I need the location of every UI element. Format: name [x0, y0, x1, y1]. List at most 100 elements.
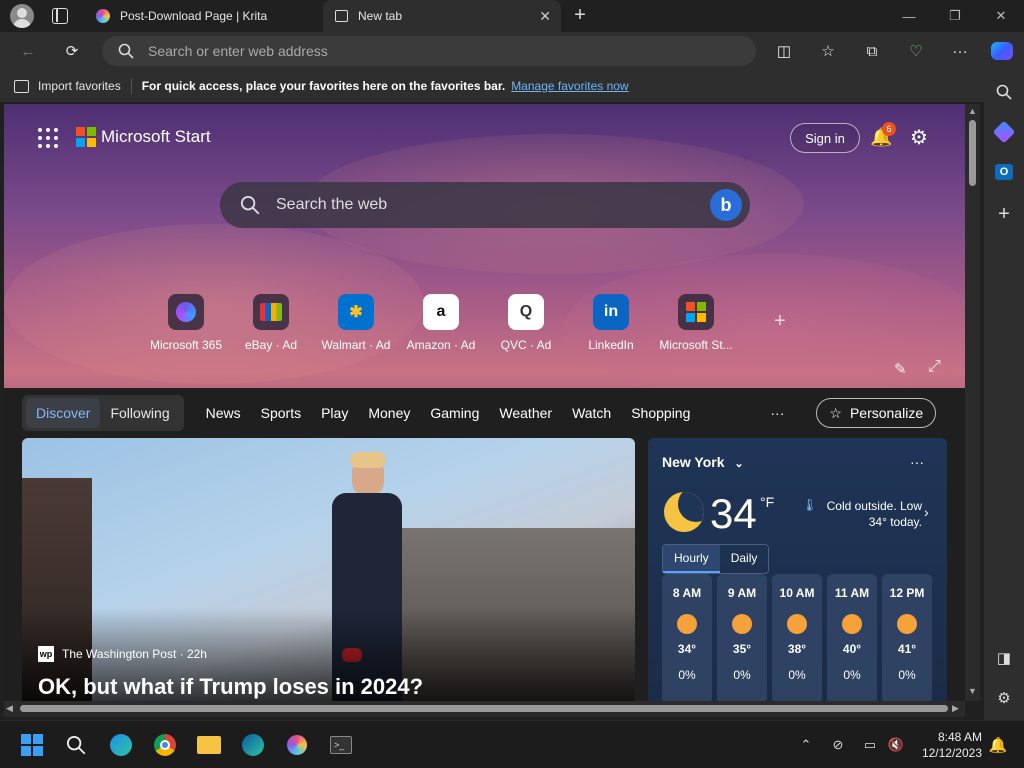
category-weather[interactable]: Weather	[489, 395, 562, 431]
category-money[interactable]: Money	[358, 395, 420, 431]
quicklink-msstore[interactable]: Microsoft St...	[651, 294, 741, 352]
taskbar-search-icon[interactable]	[60, 729, 92, 761]
collections-icon[interactable]: ⧉	[858, 37, 886, 65]
refresh-icon[interactable]: ⟳	[58, 37, 86, 65]
scroll-right-icon[interactable]: ▶	[952, 703, 959, 714]
weather-location-name: New York	[662, 454, 725, 470]
sidebar-search-icon[interactable]	[990, 78, 1018, 106]
taskbar-clock[interactable]: 8:48 AM 12/12/2023	[912, 729, 982, 761]
hero-source: wp The Washington Post · 22h	[38, 646, 207, 662]
volume-muted-icon[interactable]: 🔇	[880, 729, 912, 761]
taskbar: >_ ⌃ ⊘ ▭ 🔇 8:48 AM 12/12/2023 🔔	[0, 720, 1024, 768]
scroll-left-icon[interactable]: ◀	[6, 703, 13, 714]
tab-following[interactable]: Following	[100, 395, 179, 431]
profile-avatar[interactable]	[10, 4, 34, 28]
favorites-star-icon[interactable]: ☆	[814, 37, 842, 65]
close-window-button[interactable]: ✕	[978, 0, 1024, 32]
ms-start-title[interactable]: Microsoft Start	[101, 127, 211, 147]
category-play[interactable]: Play	[311, 395, 358, 431]
add-sidebar-app-icon[interactable]: +	[990, 200, 1018, 228]
chrome-icon[interactable]	[149, 729, 181, 761]
outlook-icon[interactable]: O	[990, 158, 1018, 186]
address-bar[interactable]: Search or enter web address	[102, 36, 756, 66]
weather-location[interactable]: New York ⌄	[662, 454, 744, 470]
scroll-down-icon[interactable]: ▼	[968, 686, 977, 696]
add-quicklink-icon[interactable]: +	[774, 310, 786, 333]
bing-chat-icon[interactable]: b	[710, 189, 742, 221]
hourly-tab[interactable]: Hourly	[663, 545, 720, 573]
network-icon[interactable]: ⊘	[822, 729, 854, 761]
minimize-button[interactable]: —	[886, 0, 932, 32]
horizontal-scrollbar[interactable]: ◀ ▶	[4, 701, 965, 717]
address-placeholder: Search or enter web address	[148, 43, 328, 59]
notification-bell-icon[interactable]: 🔔	[982, 729, 1014, 761]
edge-icon[interactable]	[237, 729, 269, 761]
category-gaming[interactable]: Gaming	[420, 395, 489, 431]
category-watch[interactable]: Watch	[562, 395, 621, 431]
start-button[interactable]	[16, 729, 48, 761]
restore-button[interactable]: ❐	[932, 0, 978, 32]
quicklink-ms365[interactable]: Microsoft 365	[141, 294, 231, 352]
terminal-icon[interactable]: >_	[325, 729, 357, 761]
tab-discover[interactable]: Discover	[26, 398, 101, 428]
manage-favorites-link[interactable]: Manage favorites now	[511, 79, 628, 93]
notification-badge: 6	[882, 122, 896, 136]
import-favorites-link[interactable]: Import favorites	[38, 79, 121, 93]
tab-title: New tab	[358, 9, 403, 23]
hour-temp: 35°	[732, 642, 752, 656]
quicklink-ebay[interactable]: eBay · Ad	[226, 294, 316, 352]
copilot-sidebar-icon[interactable]	[990, 118, 1018, 146]
edge-pre-icon[interactable]	[105, 729, 137, 761]
app-launcher-icon[interactable]	[38, 128, 58, 148]
copilot-icon[interactable]	[988, 37, 1016, 65]
new-tab-button[interactable]: +	[568, 4, 592, 28]
scroll-up-icon[interactable]: ▲	[968, 106, 977, 116]
quicklink-linkedin[interactable]: in LinkedIn	[566, 294, 656, 352]
more-categories-button[interactable]: ···	[760, 395, 794, 431]
category-news[interactable]: News	[196, 395, 251, 431]
file-explorer-icon[interactable]	[193, 729, 225, 761]
edit-background-icon[interactable]: ✎	[894, 360, 907, 378]
linkedin-icon: in	[593, 294, 629, 330]
category-shopping[interactable]: Shopping	[621, 395, 700, 431]
show-hidden-icons[interactable]: ⌃	[790, 729, 822, 761]
weather-next-icon[interactable]: ›	[924, 504, 929, 520]
personalize-button[interactable]: ☆ Personalize	[816, 398, 937, 428]
quicklink-walmart[interactable]: ✱ Walmart · Ad	[311, 294, 401, 352]
hero-article[interactable]: wp The Washington Post · 22h OK, but wha…	[22, 438, 635, 701]
tab-actions-icon[interactable]	[52, 8, 68, 24]
quicklink-amazon[interactable]: a Amazon · Ad	[396, 294, 486, 352]
tab-new-tab[interactable]: New tab ✕	[323, 0, 561, 32]
edge-sidebar: O + ◨ ⚙	[984, 70, 1024, 720]
krita-taskbar-icon[interactable]	[281, 729, 313, 761]
qvc-icon: Q	[508, 294, 544, 330]
web-search-box[interactable]: Search the web b	[220, 182, 750, 228]
vertical-scrollbar[interactable]: ▲ ▼	[965, 104, 980, 701]
vertical-scroll-thumb[interactable]	[969, 120, 976, 186]
navigation-bar: ← ⟳ Search or enter web address ◫ ☆ ⧉ ♡ …	[0, 32, 1024, 70]
performance-icon[interactable]: ♡	[902, 37, 930, 65]
weather-note: Cold outside. Low 34° today.	[826, 499, 922, 529]
sidebar-settings-icon[interactable]: ⚙	[990, 684, 1018, 712]
quicklink-qvc[interactable]: Q QVC · Ad	[481, 294, 571, 352]
sign-in-button[interactable]: Sign in	[790, 123, 860, 153]
hour-label: 12 PM	[889, 586, 925, 600]
expand-icon[interactable]: ⤢	[928, 358, 941, 376]
tab-krita[interactable]: Post-Download Page | Krita	[84, 0, 320, 32]
daily-tab[interactable]: Daily	[720, 545, 769, 573]
horizontal-scroll-thumb[interactable]	[20, 705, 948, 712]
close-tab-icon[interactable]: ✕	[539, 8, 551, 25]
back-icon[interactable]: ←	[14, 37, 42, 65]
category-sports[interactable]: Sports	[251, 395, 311, 431]
page-settings-icon[interactable]: ⚙	[910, 125, 928, 150]
split-screen-icon[interactable]: ◫	[770, 37, 798, 65]
weather-card[interactable]: New York ⌄ ··· 34 °F 🌡 Cold outside. Low…	[648, 438, 947, 701]
hide-sidebar-icon[interactable]: ◨	[990, 644, 1018, 672]
personalize-label: Personalize	[849, 405, 924, 421]
import-favorites-icon[interactable]	[14, 79, 29, 93]
more-menu-icon[interactable]: ···	[946, 37, 974, 65]
hero-headline[interactable]: OK, but what if Trump loses in 2024?	[38, 674, 423, 700]
favbar-message: For quick access, place your favorites h…	[141, 79, 506, 93]
hourly-forecast-9am: 9 AM 35° 0%	[717, 574, 767, 701]
weather-more-icon[interactable]: ···	[910, 454, 924, 470]
